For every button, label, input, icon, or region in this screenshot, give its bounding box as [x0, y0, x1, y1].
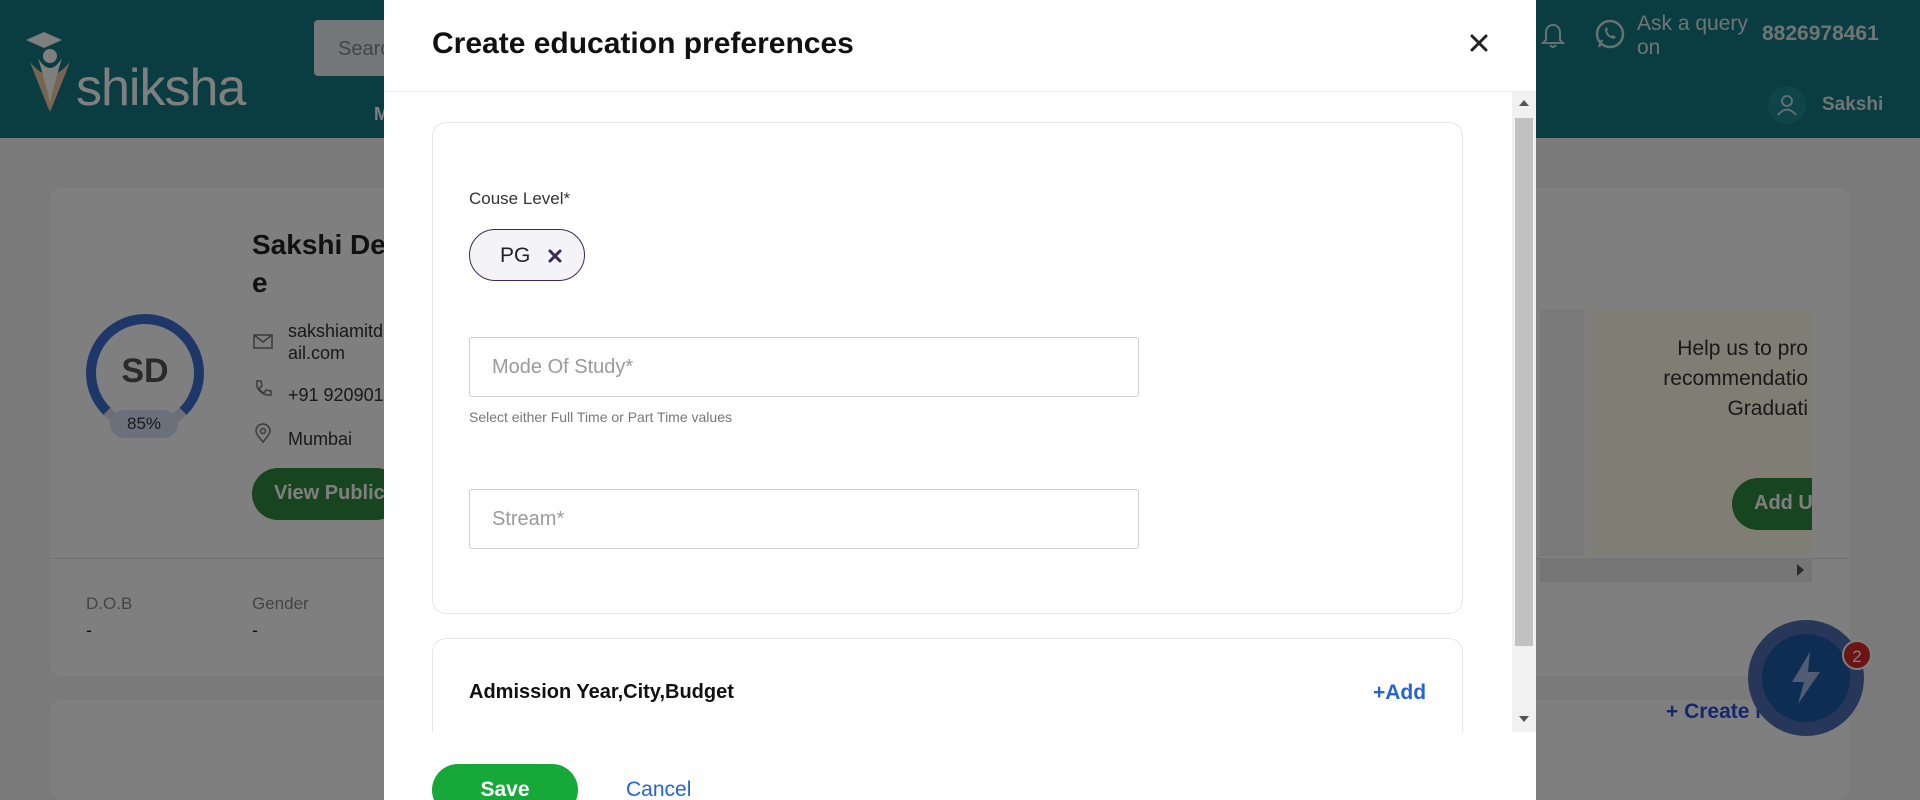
modal-header: Create education preferences: [384, 0, 1536, 92]
scroll-thumb[interactable]: [1515, 118, 1533, 646]
modal-footer: Save Cancel: [384, 732, 1536, 800]
scroll-down-icon[interactable]: [1519, 716, 1529, 722]
remove-chip-icon[interactable]: [546, 247, 564, 265]
course-level-chip[interactable]: PG: [469, 229, 585, 281]
modal-body: Couse Level* PG Select either Full Time …: [384, 92, 1536, 732]
mode-of-study-field[interactable]: [469, 337, 1139, 397]
add-admission-link[interactable]: +Add: [1373, 681, 1426, 705]
mode-of-study-hint: Select either Full Time or Part Time val…: [469, 409, 732, 425]
modal-title: Create education preferences: [432, 27, 854, 60]
education-preferences-modal: Create education preferences Couse Level…: [384, 0, 1536, 800]
cancel-button[interactable]: Cancel: [626, 778, 691, 800]
scroll-up-icon[interactable]: [1519, 100, 1529, 106]
admission-section: Admission Year,City,Budget +Add: [432, 638, 1463, 732]
course-preferences-section: Couse Level* PG Select either Full Time …: [432, 122, 1463, 614]
vertical-scrollbar[interactable]: [1512, 92, 1536, 732]
stream-field[interactable]: [469, 489, 1139, 549]
chip-label: PG: [500, 244, 531, 267]
admission-section-title: Admission Year,City,Budget: [469, 681, 734, 703]
save-button[interactable]: Save: [432, 764, 578, 800]
course-level-label: Couse Level*: [469, 189, 571, 208]
close-icon[interactable]: [1466, 30, 1492, 56]
